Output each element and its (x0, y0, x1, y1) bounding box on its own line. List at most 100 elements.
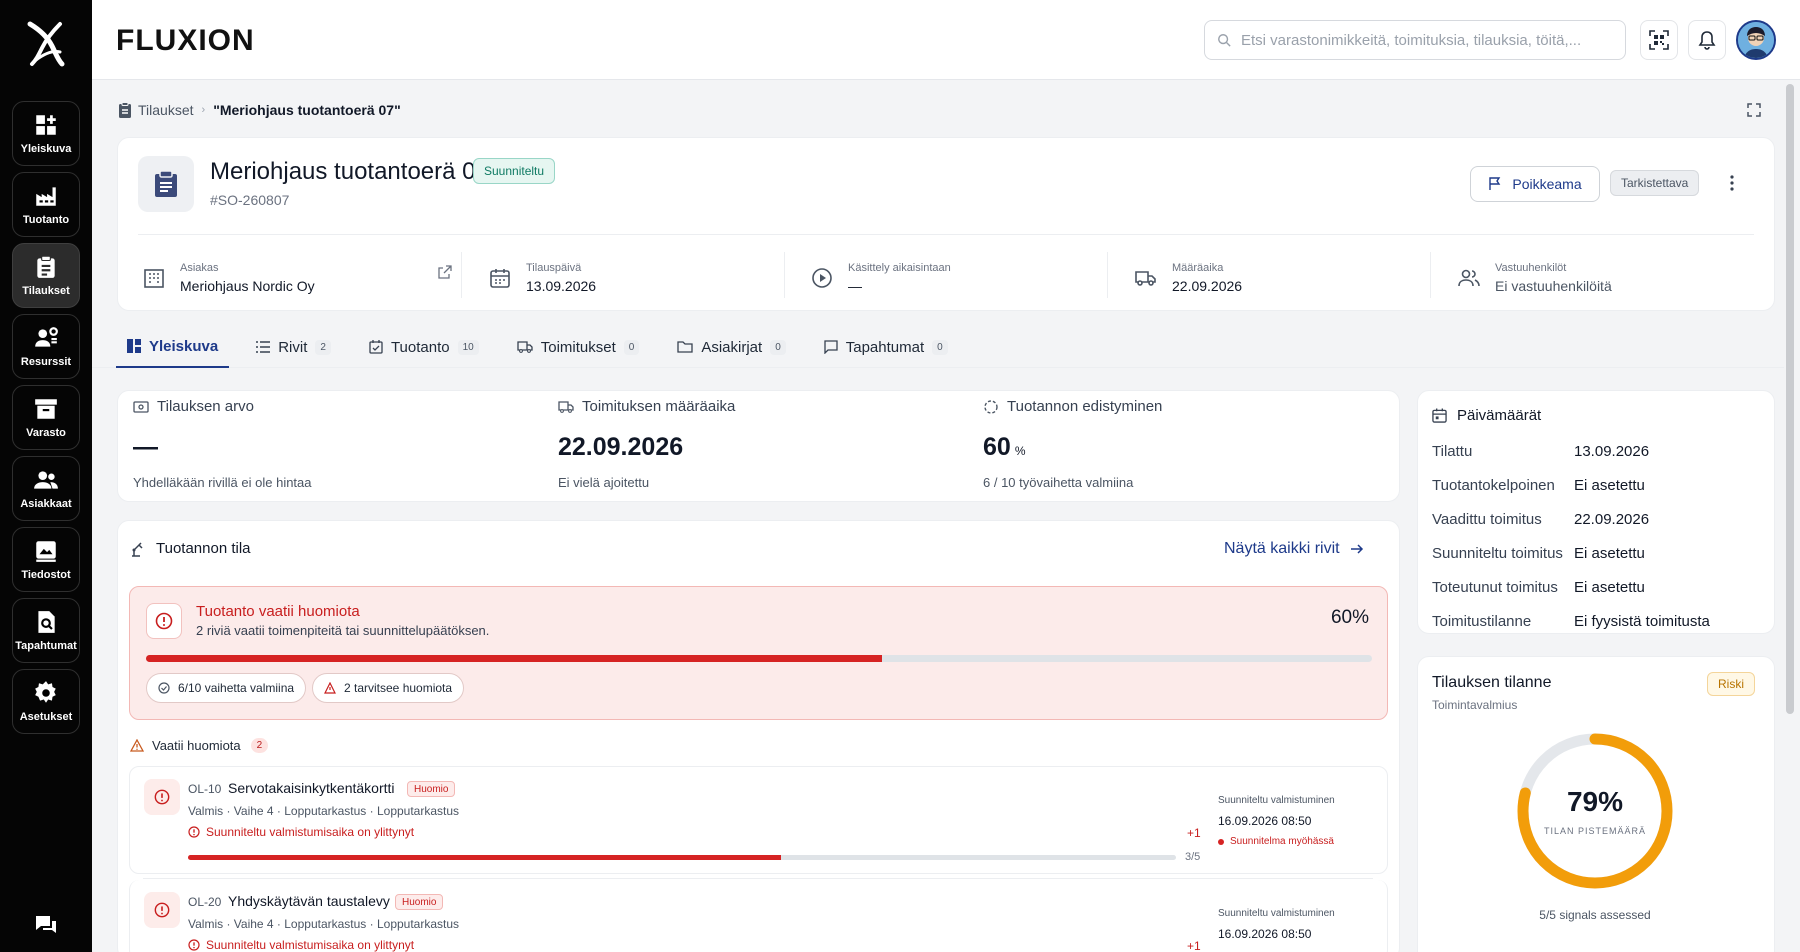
nav-tilaukset[interactable]: Tilaukset (12, 243, 80, 308)
row-warning: Suunniteltu valmistumisaika on ylittynyt (188, 938, 414, 952)
qr-scan-button[interactable] (1640, 20, 1678, 60)
kpi-order-value: Tilauksen arvo — Yhdelläkään rivillä ei … (133, 398, 312, 490)
status-card-title: Tilauksen tilanne (1432, 674, 1552, 691)
dates-title: Päivämäärät (1457, 407, 1542, 424)
breadcrumb-current: "Meriohjaus tuotantoerä 07" (213, 102, 401, 118)
tab-rivit[interactable]: Rivit 2 (245, 326, 342, 368)
qr-code-icon (1649, 30, 1669, 50)
factory-icon (36, 187, 56, 206)
nav-asetukset[interactable]: Asetukset (12, 669, 80, 734)
kpi-unit: % (1014, 444, 1026, 458)
row-progress-fill (188, 855, 781, 860)
row-plus: +1 (1187, 939, 1201, 952)
scrollbar-thumb[interactable] (1786, 84, 1794, 714)
arrow-right-icon (1350, 544, 1363, 554)
search-box[interactable] (1204, 20, 1626, 60)
nav-tiedostot[interactable]: Tiedostot (12, 527, 80, 592)
list-item[interactable]: OL-10 Servotakaisinkytkentäkortti Huomio… (129, 766, 1388, 874)
nav-resurssit[interactable]: Resurssit (12, 314, 80, 379)
breadcrumb: Tilaukset › "Meriohjaus tuotantoerä 07" (118, 102, 401, 118)
date-row: Tilattu 13.09.2026 (1432, 443, 1649, 460)
nav-yleiskuva[interactable]: Yleiskuva (12, 101, 80, 166)
more-options-icon[interactable] (1726, 172, 1738, 194)
review-chip[interactable]: Tarkistettava (1610, 170, 1700, 196)
avatar[interactable] (1736, 20, 1776, 60)
row-warning: Suunniteltu valmistumisaika on ylittynyt (188, 825, 414, 839)
status-badge: Suunniteltu (473, 158, 556, 184)
tab-toimitukset[interactable]: Toimitukset 0 (506, 326, 651, 368)
tab-label: Tapahtumat (845, 338, 925, 356)
date-label: Suunniteltu toimitus (1432, 545, 1563, 562)
notifications-button[interactable] (1688, 20, 1726, 60)
production-progress-bar (146, 655, 1372, 662)
row-name: Yhdyskäytävän taustalevy (228, 893, 390, 909)
external-link-icon[interactable] (438, 265, 452, 279)
tab-count: 0 (932, 339, 948, 355)
comment-icon (824, 340, 838, 354)
alert-circle-icon (154, 902, 170, 918)
resources-icon (35, 327, 58, 347)
people-icon (34, 471, 58, 489)
needs-attention-header: Vaatii huomiota 2 (130, 738, 269, 753)
play-circle-icon (812, 268, 832, 288)
nav-label: Tapahtumat (15, 640, 77, 652)
pill-steps-done[interactable]: 6/10 vaihetta valmiina (146, 673, 307, 703)
row-warning-text: Suunniteltu valmistumisaika on ylittynyt (206, 938, 415, 952)
row-path: Valmis · Vaihe 4 · Lopputarkastus · Lopp… (188, 917, 460, 931)
row-name: Servotakaisinkytkentäkortti (228, 780, 395, 796)
tab-label: Toimitukset (540, 338, 616, 356)
divider (138, 234, 1754, 235)
date-value: 22.09.2026 (1574, 511, 1650, 528)
breadcrumb-parent[interactable]: Tilaukset (138, 102, 194, 118)
kpi-value: — (133, 433, 158, 461)
alert-circle-icon (188, 939, 200, 951)
needs-count: 2 (250, 738, 269, 753)
fullscreen-icon[interactable] (1746, 102, 1762, 118)
page-title: Meriohjaus tuotantoerä 07 (210, 158, 489, 185)
logo-icon (27, 21, 65, 67)
nav-label: Tilaukset (22, 285, 70, 297)
row-code: OL-20 (188, 895, 222, 909)
date-row: Toimitustilanne Ei fyysistä toimitusta (1432, 613, 1710, 630)
deviation-button[interactable]: Poikkeama (1470, 166, 1600, 202)
tab-count: 0 (623, 339, 640, 355)
tab-tuotanto[interactable]: Tuotanto 10 (358, 326, 490, 368)
list-item[interactable]: OL-20 Yhdyskäytävän taustalevy Huomio Va… (129, 880, 1388, 952)
meta-customer: Asiakas Meriohjaus Nordic Oy (142, 248, 315, 308)
nav-tapahtumat[interactable]: Tapahtumat (12, 598, 80, 663)
alert-percent: 60% (1330, 607, 1369, 628)
divider (1107, 252, 1108, 298)
kpi-title: Tuotannon edistyminen (1007, 398, 1163, 415)
nav-label: Resurssit (20, 356, 72, 368)
archive-icon (35, 399, 57, 419)
kpi-subtext: 6 / 10 työvaihetta valmiina (983, 475, 1134, 490)
truck-icon (558, 400, 574, 413)
chat-icon[interactable] (34, 914, 58, 936)
nav-label: Tiedostot (21, 569, 71, 581)
alert-title: Tuotanto vaatii huomiota (196, 603, 360, 620)
tab-bar: Yleiskuva Rivit 2 Tuotanto 10 Toimitukse… (116, 326, 975, 368)
tab-yleiskuva[interactable]: Yleiskuva (116, 326, 230, 368)
nav-asiakkaat[interactable]: Asiakkaat (12, 456, 80, 521)
search-input[interactable] (1241, 31, 1621, 49)
show-all-rows-link[interactable]: Näytä kaikki rivit (1224, 540, 1364, 558)
status-dot (1218, 838, 1224, 845)
tab-asiakirjat[interactable]: Asiakirjat 0 (666, 326, 796, 368)
date-label: Toimitustilanne (1432, 613, 1532, 630)
row-path: Valmis · Vaihe 4 · Lopputarkastus · Lopp… (188, 804, 460, 818)
nav-varasto[interactable]: Varasto (12, 385, 80, 450)
event-search-icon (38, 611, 55, 633)
date-row: Tuotantokelpoinen Ei asetettu (1432, 477, 1645, 494)
pill-needs-attention[interactable]: 2 tarvitsee huomiota (312, 673, 465, 703)
bell-icon (1698, 31, 1716, 50)
calendar-icon (490, 269, 510, 288)
date-row: Toteutunut toimitus Ei asetettu (1432, 579, 1645, 596)
tab-tapahtumat[interactable]: Tapahtumat 0 (813, 326, 959, 368)
clipboard-icon (119, 102, 131, 118)
calendar-icon (1432, 408, 1447, 423)
nav-tuotanto[interactable]: Tuotanto (12, 172, 80, 237)
people-icon (1458, 269, 1480, 287)
meta-value: Ei vastuuhenkilöitä (1495, 278, 1612, 294)
row-badge: Huomio (395, 894, 444, 910)
date-label: Vaadittu toimitus (1432, 511, 1542, 528)
